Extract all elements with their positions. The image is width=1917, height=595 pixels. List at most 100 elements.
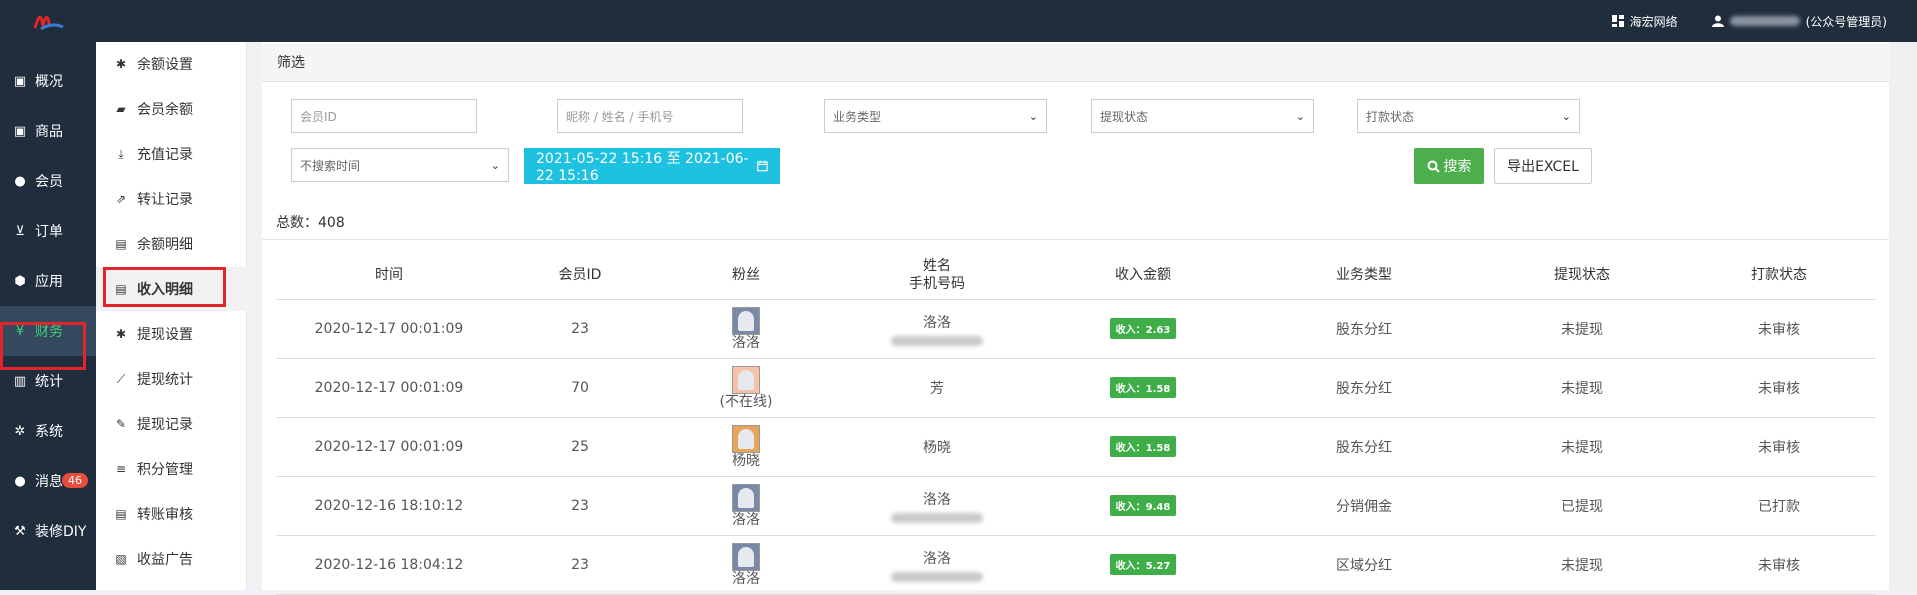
fan-nickname: 洛洛 [732,334,760,351]
subnav-recharge-records[interactable]: ⤓ 充值记录 [96,132,247,176]
income-badge: 收入：5.27 [1109,554,1177,575]
biz-type-select[interactable]: 业务类型 ⌄ [824,99,1047,133]
avatar[interactable] [732,306,760,335]
cart-icon: ⊻ [15,223,25,239]
subnav-revenue-ads[interactable]: ▧ 收益广告 [96,537,247,581]
calendar-icon [757,160,768,172]
cell-withdraw-status: 已提现 [1482,476,1682,536]
search-button[interactable]: 搜索 [1414,148,1484,184]
cell-withdraw-status: 未提现 [1482,358,1682,418]
avatar[interactable] [732,483,760,512]
chevron-down-icon: ⌄ [1295,109,1305,123]
subnav-withdraw-settings[interactable]: ✱ 提现设置 [96,312,247,356]
page-scrollbar[interactable] [1889,42,1917,590]
user-icon [1711,15,1724,27]
chevron-down-icon: ⌄ [1028,109,1038,123]
filter-header: 筛选 [262,44,1889,82]
database-icon: ≡ [115,462,127,476]
subnav-points[interactable]: ≡ 积分管理 [96,447,247,491]
bar-chart-icon: ▥ [13,373,27,389]
box-icon: ▣ [13,123,27,139]
gear-icon: ✱ [115,327,127,341]
user-menu[interactable]: (公众号管理员) [1711,13,1887,30]
logo[interactable] [0,0,96,42]
pay-status-select[interactable]: 打款状态 ⌄ [1357,99,1580,133]
cell-biz-type: 分销佣金 [1246,476,1482,536]
cell-biz-type: 区域分红 [1246,535,1482,595]
member-name: 杨晓 [923,439,951,456]
nav-item-orders[interactable]: ⊻ 订单 [0,206,96,256]
withdraw-status-select[interactable]: 提现状态 ⌄ [1091,99,1314,133]
member-name: 洛洛 [923,491,951,508]
nav-item-system[interactable]: ✲ 系统 [0,406,96,456]
pencil-icon: ✎ [115,417,127,431]
subnav-member-balance[interactable]: ▰ 会员余额 [96,87,247,131]
income-badge: 收入：2.63 [1109,318,1177,339]
cell-withdraw-status: 未提现 [1482,417,1682,477]
time-mode-select[interactable]: 不搜索时间 ⌄ [291,148,509,182]
image-icon: ▧ [115,552,127,566]
org-switch[interactable]: 海宏网络 [1611,13,1678,30]
nav-item-goods[interactable]: ▣ 商品 [0,106,96,156]
subnav-withdraw-records[interactable]: ✎ 提现记录 [96,402,247,446]
cell-time: 2020-12-17 00:01:09 [276,417,502,477]
col-pay-status: 打款状态 [1682,252,1876,300]
cell-pay-status: 未审核 [1682,358,1876,418]
total-count: 总数：408 [276,215,345,231]
hammer-icon: ⚒ [14,523,26,539]
member-id-input[interactable]: 会员ID [291,99,477,133]
cell-biz-type: 股东分红 [1246,417,1482,477]
phone-blurred [891,571,983,582]
dashboard-icon: ▣ [13,73,27,89]
member-name: 芳 [930,380,944,397]
table-row[interactable]: 2020-12-17 00:01:09 25 杨晓 杨晓 收入：1.58 股东分… [276,417,1876,477]
nav-item-overview[interactable]: ▣ 概况 [0,56,96,106]
subnav-balance-settings[interactable]: ✱ 余额设置 [96,42,247,86]
search-icon [1427,160,1440,173]
file-icon: ▤ [115,237,127,251]
file-icon: ▤ [115,507,127,521]
avatar[interactable] [732,542,760,571]
top-bar: 海宏网络 (公众号管理员) [0,0,1917,42]
col-biz-type: 业务类型 [1246,252,1482,300]
income-badge: 收入：1.58 [1109,377,1177,398]
cell-pay-status: 已打款 [1682,476,1876,536]
cell-biz-type: 股东分红 [1246,299,1482,359]
subnav-balance-detail[interactable]: ▤ 余额明细 [96,222,247,266]
name-search-input[interactable]: 昵称 / 姓名 / 手机号 [557,99,743,133]
phone-blurred [891,512,983,523]
avatar[interactable] [732,365,760,394]
user-role-label: (公众号管理员) [1805,14,1887,29]
fan-nickname: 洛洛 [732,570,760,587]
cell-member-id: 23 [502,535,658,595]
export-excel-button[interactable]: 导出EXCEL [1494,148,1592,184]
cell-withdraw-status: 未提现 [1482,299,1682,359]
table-row[interactable]: 2020-12-16 18:10:12 23 洛洛 洛洛 收入：9.48 分销佣… [276,476,1876,536]
table-row[interactable]: 2020-12-17 00:01:09 70 (不在线) 芳 收入：1.58 股… [276,358,1876,418]
org-label: 海宏网络 [1629,14,1678,29]
income-badge: 收入：1.58 [1109,436,1177,457]
col-withdraw-status: 提现状态 [1482,252,1682,300]
nav-item-members[interactable]: ● 会员 [0,156,96,206]
member-name: 洛洛 [923,314,951,331]
divider [262,239,1889,240]
cell-biz-type: 股东分红 [1246,358,1482,418]
table-header-row: 时间 会员ID 粉丝 姓名 手机号码 收入金额 业务类型 提现状态 打款状态 [276,252,1876,300]
table-row[interactable]: 2020-12-16 18:04:12 23 洛洛 洛洛 收入：5.27 区域分… [276,535,1876,595]
nav-item-apps[interactable]: ⬢ 应用 [0,256,96,306]
subnav-withdraw-stats[interactable]: ⟋ 提现统计 [96,357,247,401]
date-range-picker[interactable]: 2021-05-22 15:16 至 2021-06-22 15:16 [524,148,780,184]
col-name-phone: 姓名 手机号码 [834,252,1040,300]
subnav-transfer-records[interactable]: ⇗ 转让记录 [96,177,247,221]
nav-item-diy[interactable]: ⚒ 装修DIY [0,506,96,556]
table-row[interactable]: 2020-12-17 00:01:09 23 洛洛 洛洛 收入：2.63 股东分… [276,299,1876,359]
fan-nickname: (不在线) [719,393,773,410]
cell-time: 2020-12-17 00:01:09 [276,299,502,359]
cogs-icon: ✲ [14,423,26,439]
avatar[interactable] [732,424,760,453]
sub-sidebar: ✱ 余额设置 ▰ 会员余额 ⤓ 充值记录 ⇗ 转让记录 ▤ 余额明细 ▤ 收入明细 ✱ 提现设… [96,42,247,590]
subnav-transfer-review[interactable]: ▤ 转账审核 [96,492,247,536]
cell-member-id: 25 [502,417,658,477]
chevron-down-icon: ⌄ [1561,109,1571,123]
user-name-blurred [1729,16,1800,26]
